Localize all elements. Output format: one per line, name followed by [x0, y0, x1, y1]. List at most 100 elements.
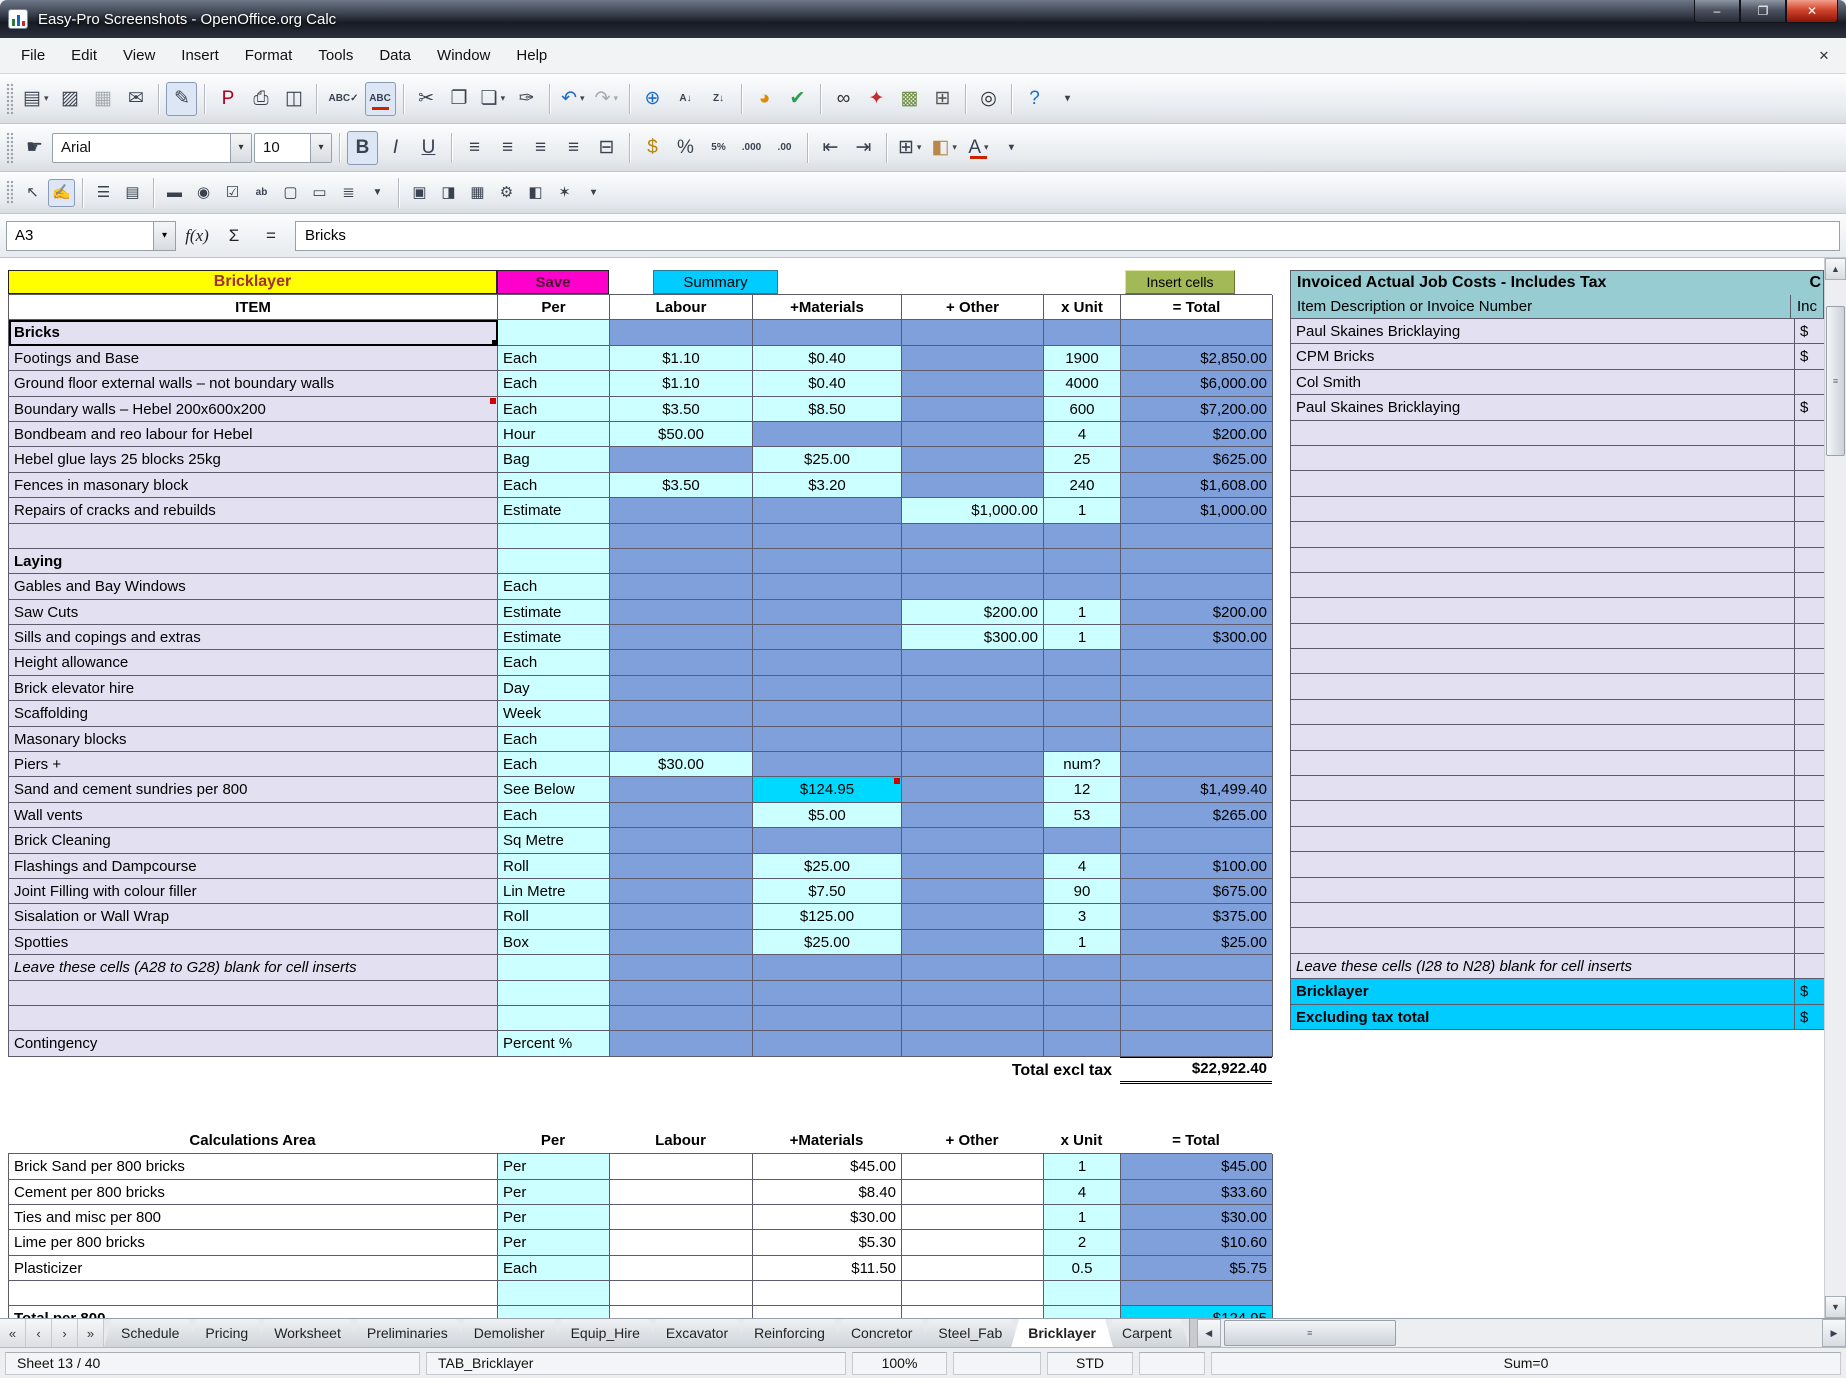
- cell-materials[interactable]: [753, 828, 902, 853]
- sheet-tab-demolisher[interactable]: Demolisher: [457, 1319, 562, 1347]
- save-icon[interactable]: ▦: [87, 82, 118, 116]
- cell-inc[interactable]: [1795, 649, 1824, 674]
- cell-inc[interactable]: [1795, 421, 1824, 446]
- cell-materials[interactable]: [753, 524, 902, 549]
- cell-unit[interactable]: 1: [1044, 1205, 1121, 1230]
- cell-labour[interactable]: [610, 549, 753, 574]
- cell-inc[interactable]: [1795, 928, 1824, 953]
- cell-other[interactable]: [902, 828, 1044, 853]
- cell-total[interactable]: $200.00: [1121, 422, 1273, 447]
- cell-unit[interactable]: [1044, 701, 1121, 726]
- cell-total[interactable]: $1,000.00: [1121, 498, 1273, 523]
- sheet-tab-worksheet[interactable]: Worksheet: [257, 1319, 358, 1347]
- cell-desc[interactable]: [1291, 497, 1795, 522]
- cell-other[interactable]: [902, 1006, 1044, 1031]
- format-standard-icon[interactable]: 5%: [703, 131, 734, 165]
- cell-per[interactable]: Hour: [498, 422, 610, 447]
- cell-other[interactable]: [902, 1306, 1044, 1318]
- cell-materials[interactable]: [753, 727, 902, 752]
- cell-inc[interactable]: [1795, 954, 1824, 979]
- cell-inc[interactable]: $: [1795, 1005, 1824, 1030]
- cell-item[interactable]: Scaffolding: [9, 701, 498, 726]
- cell-labour[interactable]: [610, 777, 753, 802]
- cell-total[interactable]: $625.00: [1121, 447, 1273, 472]
- cell-per[interactable]: Per: [498, 1154, 610, 1179]
- cell-other[interactable]: [902, 879, 1044, 904]
- cell-labour[interactable]: [610, 320, 753, 345]
- cell-item[interactable]: Wall vents: [9, 803, 498, 828]
- menu-format[interactable]: Format: [232, 40, 306, 71]
- horizontal-scrollbar-thumb[interactable]: ≡: [1224, 1320, 1396, 1346]
- vertical-scrollbar-track[interactable]: ≡: [1825, 280, 1846, 1296]
- sum-button[interactable]: Σ: [218, 221, 250, 251]
- cell-inc[interactable]: [1795, 370, 1824, 395]
- cell-materials[interactable]: $0.40: [753, 371, 902, 396]
- cell-item[interactable]: Laying: [9, 549, 498, 574]
- cell-total[interactable]: [1121, 752, 1273, 777]
- cell-other[interactable]: [902, 955, 1044, 980]
- cell-per[interactable]: Day: [498, 676, 610, 701]
- borders-icon[interactable]: ⊞▾: [894, 131, 925, 165]
- next-sheet-button[interactable]: ›: [52, 1319, 78, 1347]
- cell-unit[interactable]: [1044, 955, 1121, 980]
- cell-per[interactable]: Each: [498, 574, 610, 599]
- cell-per[interactable]: Estimate: [498, 625, 610, 650]
- navigator-icon[interactable]: ✦: [861, 82, 892, 116]
- form-properties-icon[interactable]: ▤: [119, 179, 146, 207]
- cell-other[interactable]: [902, 854, 1044, 879]
- option-button-icon[interactable]: ◉: [190, 179, 217, 207]
- cell-desc[interactable]: [1291, 421, 1795, 446]
- cell-other[interactable]: $300.00: [902, 625, 1044, 650]
- cell-item[interactable]: [9, 1006, 498, 1031]
- cell-desc[interactable]: [1291, 471, 1795, 496]
- check-box-icon[interactable]: ☑: [219, 179, 246, 207]
- background-color-icon[interactable]: ◧▾: [927, 131, 960, 165]
- cell-other[interactable]: [902, 1031, 1044, 1056]
- more-controls-icon[interactable]: ⚙: [493, 179, 520, 207]
- paste-icon[interactable]: ❏▾: [477, 82, 510, 116]
- tab-splitter-handle[interactable]: [1189, 1319, 1197, 1347]
- cell-desc[interactable]: Leave these cells (I28 to N28) blank for…: [1291, 954, 1795, 979]
- cell-materials[interactable]: [753, 625, 902, 650]
- cell-inc[interactable]: [1795, 598, 1824, 623]
- cell-total[interactable]: $6,000.00: [1121, 371, 1273, 396]
- cell-materials[interactable]: [753, 752, 902, 777]
- design-mode-icon[interactable]: ✍: [48, 179, 75, 207]
- gallery-icon[interactable]: ▩: [894, 82, 925, 116]
- vertical-scrollbar-thumb[interactable]: ≡: [1826, 306, 1845, 456]
- cell-item[interactable]: Flashings and Dampcourse: [9, 854, 498, 879]
- cell-inc[interactable]: [1795, 446, 1824, 471]
- cell-labour[interactable]: [610, 1006, 753, 1031]
- cell-total[interactable]: $7,200.00: [1121, 397, 1273, 422]
- cell-inc[interactable]: [1795, 852, 1824, 877]
- previous-sheet-button[interactable]: ‹: [26, 1319, 52, 1347]
- cell-desc[interactable]: Col Smith: [1291, 370, 1795, 395]
- cell-per[interactable]: Each: [498, 371, 610, 396]
- cell-labour[interactable]: $50.00: [610, 422, 753, 447]
- cell-materials[interactable]: [753, 600, 902, 625]
- cell-total[interactable]: $265.00: [1121, 803, 1273, 828]
- cell-per[interactable]: Lin Metre: [498, 879, 610, 904]
- cell-materials[interactable]: [753, 650, 902, 675]
- toolbar-overflow-icon[interactable]: ▾: [580, 179, 607, 207]
- maximize-button[interactable]: ❐: [1740, 0, 1786, 23]
- cell-total[interactable]: [1121, 524, 1273, 549]
- cell-per[interactable]: Estimate: [498, 498, 610, 523]
- cell-item[interactable]: Plasticizer: [9, 1256, 498, 1281]
- cell-item[interactable]: Total per 800: [9, 1306, 498, 1318]
- zoom-icon[interactable]: ◎: [973, 82, 1004, 116]
- cell-inc[interactable]: [1795, 497, 1824, 522]
- cell-unit[interactable]: [1044, 828, 1121, 853]
- cell-desc[interactable]: [1291, 776, 1795, 801]
- copy-icon[interactable]: ❐: [444, 82, 475, 116]
- cell-inc[interactable]: [1795, 624, 1824, 649]
- format-percent-icon[interactable]: %: [670, 131, 701, 165]
- image-button-icon[interactable]: ▣: [406, 179, 433, 207]
- cell-unit[interactable]: 3: [1044, 904, 1121, 929]
- cell-materials[interactable]: $0.40: [753, 346, 902, 371]
- status-selection-mode[interactable]: STD: [1047, 1352, 1133, 1375]
- spellcheck-icon[interactable]: ABC✓: [324, 82, 362, 116]
- cell-other[interactable]: [902, 371, 1044, 396]
- cell-unit[interactable]: 4: [1044, 1180, 1121, 1205]
- cell-materials[interactable]: [753, 676, 902, 701]
